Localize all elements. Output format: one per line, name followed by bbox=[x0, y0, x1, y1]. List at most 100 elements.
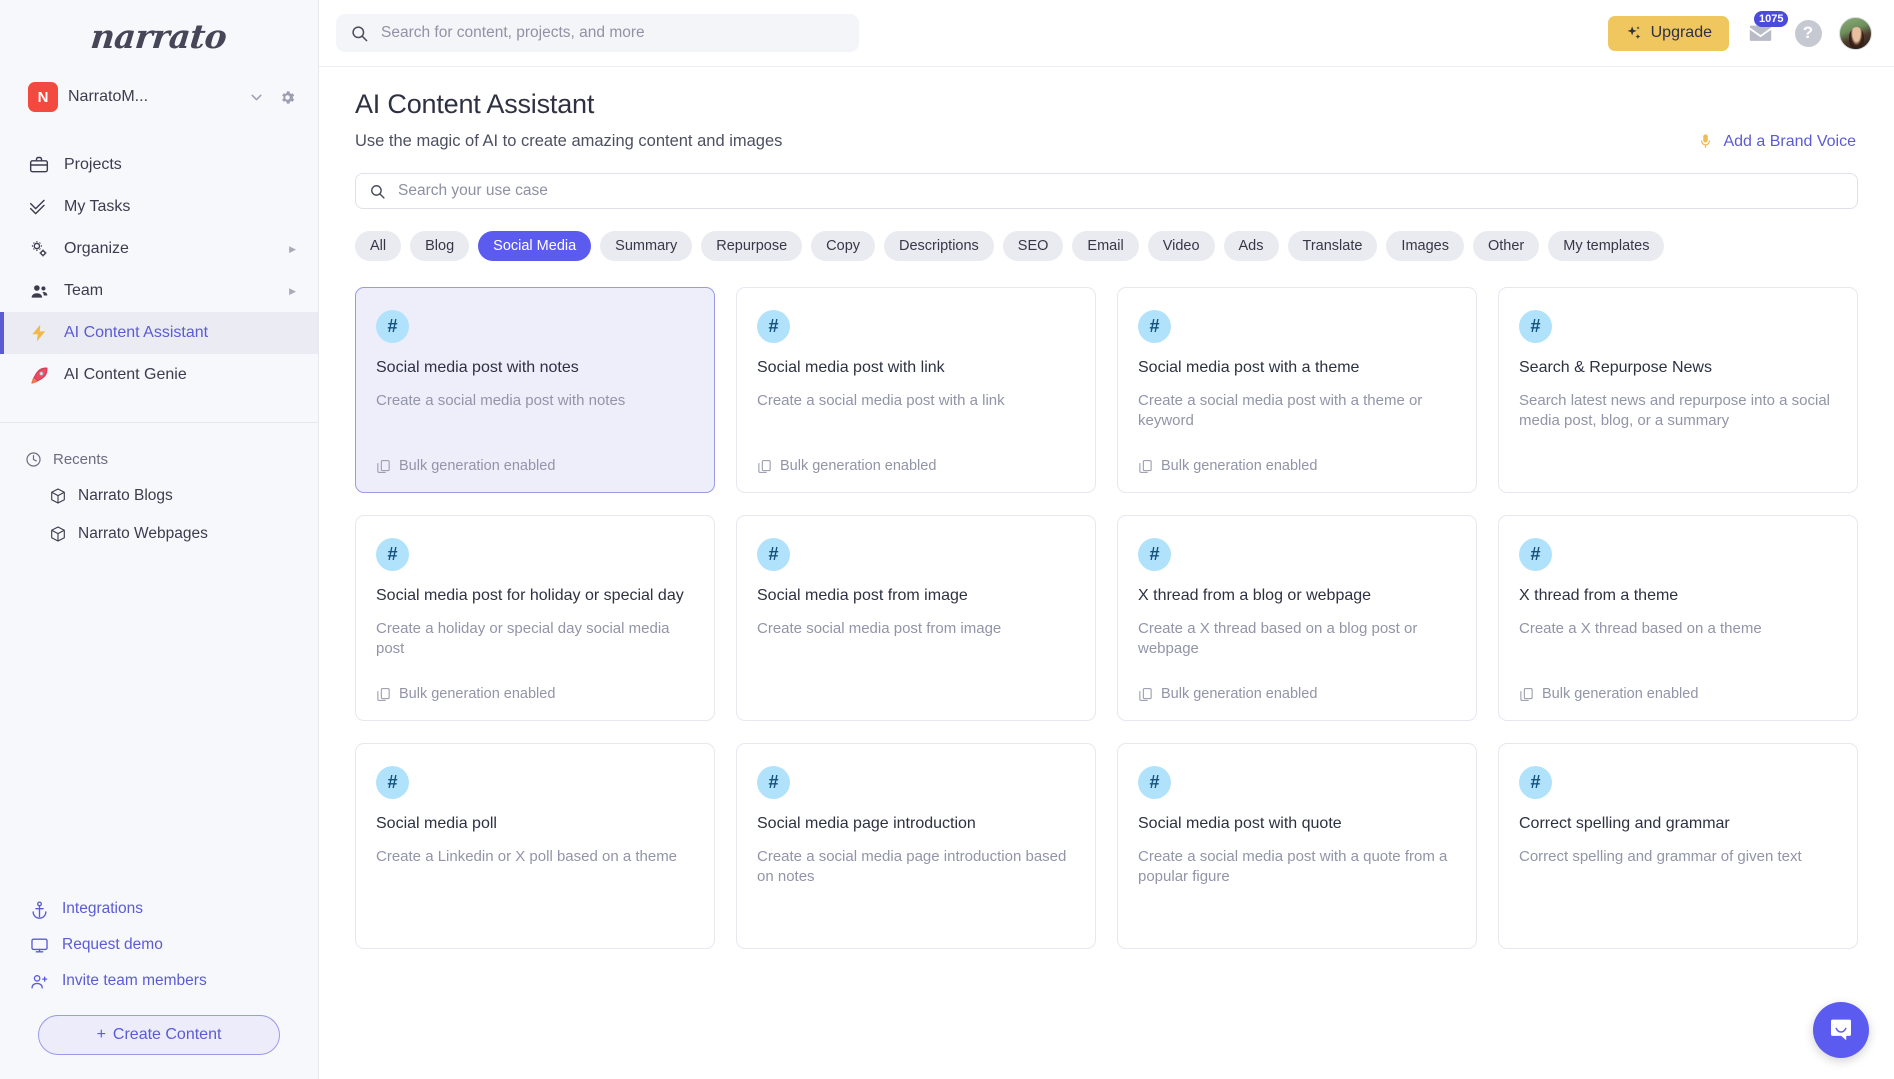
template-card-title: Social media post with a theme bbox=[1138, 359, 1360, 376]
bulk-generation-label: Bulk generation enabled bbox=[1161, 458, 1318, 474]
usecase-search-input[interactable]: Search your use case bbox=[355, 173, 1858, 209]
template-card[interactable]: # Social media poll Create a Linkedin or X… bbox=[355, 743, 715, 949]
copy-icon bbox=[1519, 687, 1534, 702]
template-card[interactable]: # X thread from a blog or webpage Create a… bbox=[1117, 515, 1477, 721]
messages-button[interactable]: 1075 bbox=[1743, 11, 1789, 50]
hash-icon: # bbox=[757, 310, 790, 343]
avatar[interactable] bbox=[1839, 16, 1872, 50]
workspace-switcher[interactable]: N NarratoM... bbox=[0, 72, 318, 122]
filter-chip-seo[interactable]: SEO bbox=[1002, 231, 1064, 261]
template-card-description: Correct spelling and grammar of given te… bbox=[1519, 847, 1802, 865]
sidebar-item-invite-team-members[interactable]: Invite team members bbox=[0, 963, 318, 999]
template-card-description: Create a social media page introduction … bbox=[757, 847, 1067, 885]
sidebar-item-label: Integrations bbox=[62, 900, 143, 917]
filter-chip-descriptions[interactable]: Descriptions bbox=[884, 231, 994, 261]
create-content-button[interactable]: + Create Content bbox=[38, 1015, 280, 1055]
filter-chip-copy[interactable]: Copy bbox=[811, 231, 876, 261]
sidebar-item-team[interactable]: Team ▶ bbox=[0, 270, 318, 312]
sidebar-item-ai-content-assistant[interactable]: AI Content Assistant bbox=[0, 312, 318, 354]
filter-chip-social-media[interactable]: Social Media bbox=[478, 231, 592, 261]
user-plus-icon bbox=[30, 972, 49, 991]
messages-badge: 1075 bbox=[1754, 11, 1789, 28]
bulk-generation-status: Bulk generation enabled bbox=[376, 446, 694, 474]
anchor-icon bbox=[30, 900, 49, 919]
filter-chip-blog[interactable]: Blog bbox=[410, 231, 470, 261]
add-brand-voice-label: Add a Brand Voice bbox=[1723, 132, 1856, 150]
gears-icon bbox=[28, 239, 50, 260]
recent-item-narrato-blogs[interactable]: Narrato Blogs bbox=[0, 477, 318, 515]
chevron-down-icon[interactable] bbox=[248, 89, 265, 106]
sidebar-item-label: AI Content Assistant bbox=[64, 324, 209, 341]
copy-icon bbox=[1138, 687, 1153, 702]
check-double-icon bbox=[28, 197, 50, 217]
primary-nav: Projects My Tasks Organize ▶ Team ▶ AI C… bbox=[0, 144, 318, 396]
filter-chip-all[interactable]: All bbox=[355, 231, 402, 261]
sidebar-item-my-tasks[interactable]: My Tasks bbox=[0, 186, 318, 228]
filter-chip-video[interactable]: Video bbox=[1147, 231, 1215, 261]
sidebar-item-label: My Tasks bbox=[64, 198, 131, 215]
bulk-generation-status: Bulk generation enabled bbox=[757, 446, 1075, 474]
question-mark-icon: ? bbox=[1794, 19, 1822, 47]
template-card[interactable]: # Social media post for holiday or specia… bbox=[355, 515, 715, 721]
page-subheader-row: Use the magic of AI to create amazing co… bbox=[355, 132, 1866, 151]
upgrade-label: Upgrade bbox=[1650, 24, 1712, 41]
hash-icon: # bbox=[1519, 310, 1552, 343]
hash-icon: # bbox=[376, 538, 409, 571]
template-card-description: Create a social media post with notes bbox=[376, 391, 626, 409]
template-card[interactable]: # X thread from a theme Create a X thread … bbox=[1498, 515, 1858, 721]
template-card-title: Search & Repurpose News bbox=[1519, 359, 1712, 376]
add-brand-voice-button[interactable]: Add a Brand Voice bbox=[1697, 132, 1866, 151]
filter-chip-ads[interactable]: Ads bbox=[1223, 231, 1279, 261]
template-card-description: Create a social media post with a quote … bbox=[1138, 847, 1448, 885]
global-search-input[interactable]: Search for content, projects, and more bbox=[336, 14, 859, 52]
recent-item-label: Narrato Webpages bbox=[78, 525, 208, 542]
help-button[interactable]: ? bbox=[1791, 16, 1825, 50]
template-card[interactable]: # Social media page introduction Create a … bbox=[736, 743, 1096, 949]
template-card[interactable]: # Correct spelling and grammar Correct spe… bbox=[1498, 743, 1858, 949]
logo-container[interactable]: narrato bbox=[0, 0, 318, 72]
template-card-grid: # Social media post with notes Create a so… bbox=[319, 261, 1894, 949]
sidebar-item-ai-content-genie[interactable]: AI Content Genie bbox=[0, 354, 318, 396]
filter-chip-my-templates[interactable]: My templates bbox=[1548, 231, 1665, 261]
template-card[interactable]: # Social media post with notes Create a so… bbox=[355, 287, 715, 493]
filter-chip-translate[interactable]: Translate bbox=[1287, 231, 1378, 261]
gear-icon[interactable] bbox=[279, 89, 296, 106]
intercom-launcher-button[interactable] bbox=[1813, 1002, 1869, 1058]
sidebar-item-integrations[interactable]: Integrations bbox=[0, 891, 318, 927]
template-card[interactable]: # Search & Repurpose News Search latest ne… bbox=[1498, 287, 1858, 493]
filter-chip-other[interactable]: Other bbox=[1472, 231, 1540, 261]
hash-icon: # bbox=[1138, 766, 1171, 799]
team-icon bbox=[28, 281, 50, 302]
filter-chip-images[interactable]: Images bbox=[1386, 231, 1464, 261]
template-card-title: Social media page introduction bbox=[757, 815, 976, 832]
hash-icon: # bbox=[1519, 538, 1552, 571]
recent-item-narrato-webpages[interactable]: Narrato Webpages bbox=[0, 515, 318, 553]
filter-chip-email[interactable]: Email bbox=[1072, 231, 1139, 261]
template-card-description: Create a social media post with a link bbox=[757, 391, 1005, 409]
workspace-name: NarratoM... bbox=[68, 88, 149, 105]
sidebar-item-organize[interactable]: Organize ▶ bbox=[0, 228, 318, 270]
copy-icon bbox=[376, 459, 391, 474]
sidebar-item-projects[interactable]: Projects bbox=[0, 144, 318, 186]
recent-item-label: Narrato Blogs bbox=[78, 487, 173, 504]
microphone-icon bbox=[1697, 132, 1714, 151]
template-card[interactable]: # Social media post with a theme Create a … bbox=[1117, 287, 1477, 493]
top-bar: Search for content, projects, and more U… bbox=[319, 0, 1894, 67]
hash-icon: # bbox=[757, 538, 790, 571]
template-card[interactable]: # Social media post with link Create a soc… bbox=[736, 287, 1096, 493]
rocket-icon bbox=[28, 365, 50, 386]
sidebar-item-request-demo[interactable]: Request demo bbox=[0, 927, 318, 963]
template-card[interactable]: # Social media post from image Create soci… bbox=[736, 515, 1096, 721]
bulk-generation-status: Bulk generation enabled bbox=[1519, 674, 1837, 702]
hash-icon: # bbox=[376, 766, 409, 799]
copy-icon bbox=[757, 459, 772, 474]
template-card[interactable]: # Social media post with quote Create a so… bbox=[1117, 743, 1477, 949]
filter-chip-summary[interactable]: Summary bbox=[600, 231, 693, 261]
upgrade-button[interactable]: Upgrade bbox=[1607, 15, 1729, 51]
filter-chip-repurpose[interactable]: Repurpose bbox=[701, 231, 803, 261]
bulk-generation-label: Bulk generation enabled bbox=[780, 458, 937, 474]
create-content-label: Create Content bbox=[112, 1026, 222, 1043]
sidebar-item-label: AI Content Genie bbox=[64, 366, 187, 383]
page-title: AI Content Assistant bbox=[355, 89, 595, 119]
template-card-description: Create social media post from image bbox=[757, 619, 1002, 637]
